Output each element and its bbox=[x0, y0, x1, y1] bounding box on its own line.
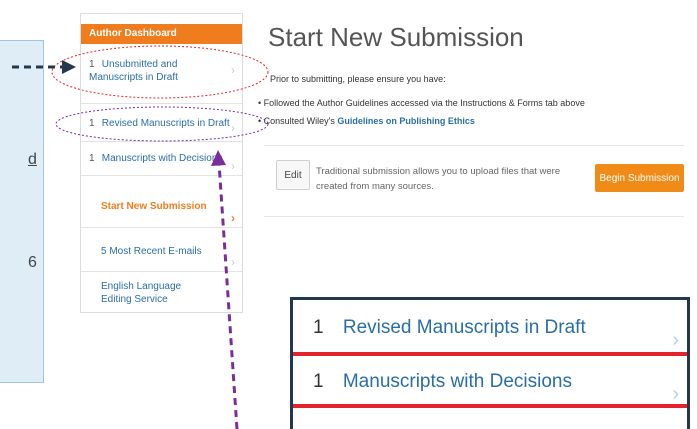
sidebar-item-label: Revised Manuscripts in Draft bbox=[101, 118, 230, 129]
sidebar-item-count: 1 bbox=[89, 153, 95, 164]
chevron-right-icon: › bbox=[231, 211, 235, 225]
begin-submission-button[interactable]: Begin Submission bbox=[595, 164, 684, 192]
submission-option: Edit Traditional submission allows you t… bbox=[264, 145, 684, 217]
zoom-item-label: Manuscripts with Decisions bbox=[342, 371, 572, 392]
sidebar-item-english-editing[interactable]: English Language Editing Service bbox=[81, 276, 221, 310]
page-title: Start New Submission bbox=[268, 22, 524, 52]
sidebar-item-revised[interactable]: 1 Revised Manuscripts in Draft › bbox=[81, 112, 242, 142]
ethics-guidelines-link[interactable]: Guidelines on Publishing Ethics bbox=[337, 116, 475, 126]
zoom-item-count: 1 bbox=[313, 317, 324, 338]
chevron-right-icon: › bbox=[231, 255, 235, 269]
sidebar-item-decisions[interactable]: 1 Manuscripts with Decisions › bbox=[81, 144, 242, 176]
sidebar-item-label: English Language Editing Service bbox=[101, 281, 182, 305]
zoom-item-decisions[interactable]: 1 Manuscripts with Decisions › bbox=[293, 360, 687, 408]
chevron-right-icon: › bbox=[231, 63, 235, 77]
zoom-item-count: 1 bbox=[313, 371, 324, 392]
sidebar-item-label: 5 Most Recent E-mails bbox=[101, 246, 202, 257]
author-dashboard-sidebar: Author Dashboard 1 Unsubmitted and Manus… bbox=[80, 13, 243, 313]
prior-instructions: Prior to submitting, please ensure you h… bbox=[270, 74, 446, 84]
sidebar-item-count: 1 bbox=[89, 59, 95, 70]
ethics-bullet: • Consulted Wiley's Guidelines on Publis… bbox=[258, 116, 475, 126]
sidebar-item-label: Start New Submission bbox=[101, 201, 207, 212]
info-fragment: d bbox=[28, 151, 37, 168]
chevron-right-icon: › bbox=[231, 159, 235, 173]
bullet-text: Consulted Wiley's bbox=[263, 116, 335, 126]
guideline-bullet: • Followed the Author Guidelines accesse… bbox=[258, 98, 585, 108]
zoom-callout: 1 Revised Manuscripts in Draft › 1 Manus… bbox=[290, 297, 690, 429]
chevron-right-icon: › bbox=[231, 121, 235, 135]
sidebar-item-start-new-submission[interactable]: Start New Submission › bbox=[81, 188, 242, 228]
sidebar-item-label: Unsubmitted and Manuscripts in Draft bbox=[89, 59, 178, 83]
sidebar-item-recent-emails[interactable]: 5 Most Recent E-mails › bbox=[81, 234, 242, 272]
sidebar-header: Author Dashboard bbox=[81, 24, 242, 44]
chevron-right-icon: › bbox=[672, 383, 679, 405]
zoom-item-revised[interactable]: 1 Revised Manuscripts in Draft › bbox=[293, 308, 687, 356]
sidebar-item-unsubmitted[interactable]: 1 Unsubmitted and Manuscripts in Draft › bbox=[81, 58, 242, 104]
info-fragment: 6 bbox=[28, 254, 37, 271]
sidebar-item-count: 1 bbox=[89, 118, 95, 129]
info-panel: d 6 bbox=[0, 40, 44, 383]
submission-description: Traditional submission allows you to upl… bbox=[316, 166, 561, 192]
chevron-right-icon: › bbox=[672, 329, 679, 351]
edit-button[interactable]: Edit bbox=[276, 160, 310, 190]
bullet-text: Followed the Author Guidelines accessed … bbox=[263, 98, 585, 108]
sidebar-item-label: Manuscripts with Decisions bbox=[101, 153, 223, 164]
zoom-item-label: Revised Manuscripts in Draft bbox=[342, 317, 586, 338]
